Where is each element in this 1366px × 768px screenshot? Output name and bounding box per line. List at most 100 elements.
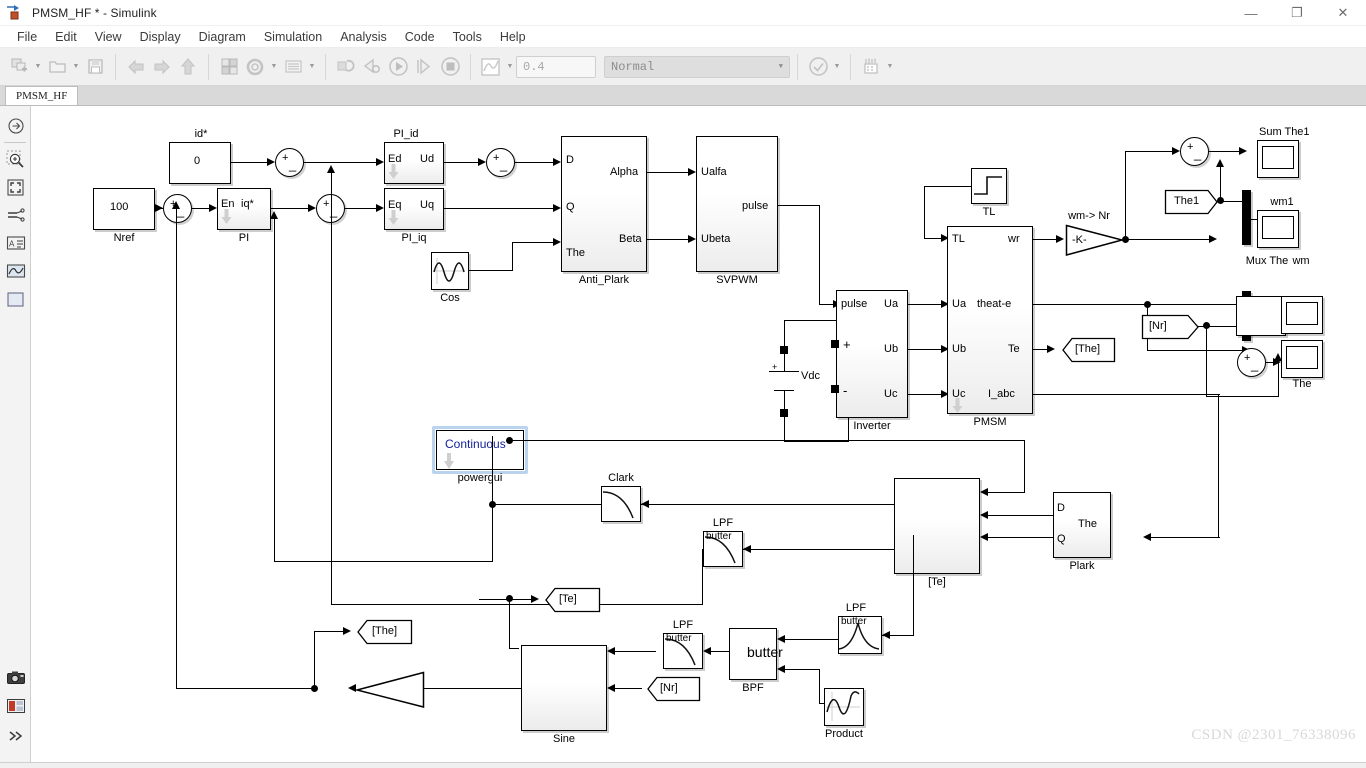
up-arrow-icon[interactable] — [175, 54, 201, 80]
source-cos[interactable] — [431, 252, 469, 290]
source-sine[interactable] — [824, 688, 864, 726]
model-advisor-caret[interactable]: ▼ — [831, 54, 843, 80]
menu-analysis[interactable]: Analysis — [331, 28, 396, 46]
sum-wm1[interactable]: + _ — [1180, 137, 1209, 166]
menu-file[interactable]: File — [8, 28, 46, 46]
menu-tools[interactable]: Tools — [444, 28, 491, 46]
mux-wm[interactable] — [1242, 190, 1251, 245]
scope-the1[interactable] — [1281, 340, 1323, 378]
menu-edit[interactable]: Edit — [46, 28, 86, 46]
close-button[interactable]: ✕ — [1320, 0, 1366, 26]
sum-ud[interactable]: + _ — [486, 148, 515, 177]
gain-30-pi[interactable] — [355, 671, 425, 708]
forward-arrow-icon[interactable] — [149, 54, 175, 80]
scope-wm[interactable] — [1257, 210, 1299, 248]
sum-id-minus: _ — [289, 157, 297, 172]
pi-iq-down-arrow-icon — [388, 210, 399, 231]
model-explorer-caret[interactable]: ▼ — [306, 54, 318, 80]
goto-the[interactable]: [Te] — [543, 587, 601, 613]
scope-viewer-icon[interactable] — [0, 257, 31, 285]
goto-te[interactable]: [Nr] — [645, 676, 701, 702]
scope-the[interactable] — [1281, 296, 1323, 334]
fit-to-view-icon[interactable] — [0, 173, 31, 201]
anti-plark-port-q: Q — [566, 201, 575, 213]
constant-id-ref-value: 0 — [194, 155, 201, 167]
block-label-scope-the1: The — [1292, 378, 1312, 390]
svpwm-port-ubeta: Ubeta — [701, 233, 731, 245]
model-explorer-icon[interactable] — [280, 54, 306, 80]
block-label-bpf: LPF — [845, 602, 867, 614]
back-arrow-icon[interactable] — [123, 54, 149, 80]
open-caret[interactable]: ▼ — [70, 54, 82, 80]
signal-logging-caret[interactable]: ▼ — [504, 54, 516, 80]
signal-logging-icon[interactable] — [478, 54, 504, 80]
block-label-lpf-q: LPF — [712, 517, 734, 529]
subsystem-pmsm[interactable] — [947, 226, 1033, 414]
stop-icon[interactable] — [437, 54, 463, 80]
subsystem-obsever[interactable] — [521, 645, 607, 731]
product-symbol: butter — [747, 644, 783, 660]
filter-bpf[interactable]: butter — [838, 616, 882, 654]
block-label-pi-id: PI_id — [393, 128, 419, 140]
sum-the1[interactable]: + _ — [1237, 348, 1266, 377]
menu-diagram[interactable]: Diagram — [190, 28, 255, 46]
filter-lpf-d[interactable] — [601, 486, 641, 522]
toolbar-separator-4 — [470, 53, 471, 80]
more-chevrons-icon[interactable] — [0, 722, 31, 750]
filter-lpf-error[interactable]: butter — [663, 633, 703, 669]
model-advisor-icon[interactable] — [805, 54, 831, 80]
fast-restart-icon[interactable] — [359, 54, 385, 80]
subsystem-icon[interactable] — [0, 285, 31, 313]
scope-wm1[interactable] — [1257, 140, 1299, 178]
save-icon[interactable] — [82, 54, 108, 80]
anti-plark-port-alpha: Alpha — [610, 166, 639, 178]
inverter-port-ua: Ua — [884, 298, 899, 310]
title-bar: PMSM_HF * - Simulink — ❐ ✕ — [0, 0, 1366, 26]
block-label-pi: PI — [238, 232, 250, 244]
gain-wm-to-nr[interactable]: -K- — [1065, 224, 1125, 256]
block-label-scope-wm1: Sum The1 — [1259, 126, 1310, 138]
sum-id[interactable]: + _ — [275, 148, 304, 177]
open-folder-icon[interactable] — [44, 54, 70, 80]
filter-lpf-q[interactable]: butter — [703, 531, 743, 567]
zoom-in-icon[interactable] — [0, 145, 31, 173]
goto-nr[interactable]: [The] — [355, 619, 413, 645]
layout-icon[interactable] — [0, 692, 31, 720]
signal-routing-icon[interactable] — [0, 201, 31, 229]
from-the-right[interactable]: [Nr] — [1141, 314, 1199, 340]
from-the-right-label: [Nr] — [1149, 320, 1167, 332]
minimize-button[interactable]: — — [1228, 0, 1274, 26]
build-caret[interactable]: ▼ — [884, 54, 896, 80]
new-model-caret[interactable]: ▼ — [32, 54, 44, 80]
build-icon[interactable] — [858, 54, 884, 80]
maximize-button[interactable]: ❐ — [1274, 0, 1320, 26]
add-port-icon[interactable] — [0, 112, 31, 140]
simulation-mode-select[interactable]: Normal ▼ — [604, 55, 790, 78]
from-te-right[interactable]: [The] — [1060, 337, 1116, 363]
subsystem-plark[interactable] — [894, 478, 980, 574]
junction-powergui-line — [506, 437, 513, 444]
refresh-blocks-icon[interactable] — [333, 54, 359, 80]
gear-icon[interactable] — [242, 54, 268, 80]
step-forward-icon[interactable] — [411, 54, 437, 80]
stop-time-input[interactable]: 0.4 — [516, 55, 596, 78]
from-nr[interactable]: The1 — [1164, 189, 1218, 215]
tab-pmsm-hf[interactable]: PMSM_HF — [5, 86, 79, 105]
pi-port-iqref: iq* — [241, 198, 254, 210]
menu-simulation[interactable]: Simulation — [255, 28, 331, 46]
camera-icon[interactable] — [0, 664, 31, 692]
menu-help[interactable]: Help — [491, 28, 535, 46]
source-tl-step[interactable] — [971, 168, 1007, 204]
svg-text:A: A — [9, 240, 15, 249]
new-model-icon[interactable] — [6, 54, 32, 80]
block-label-tl: TL — [982, 206, 996, 218]
library-browser-icon[interactable] — [216, 54, 242, 80]
fcn-mod[interactable] — [1236, 296, 1286, 336]
gear-caret[interactable]: ▼ — [268, 54, 280, 80]
menu-display[interactable]: Display — [131, 28, 190, 46]
model-canvas[interactable]: id* 0 100 Nref + _ En iq* PI + _ + _ PI_… — [31, 106, 1366, 762]
menu-view[interactable]: View — [86, 28, 131, 46]
run-icon[interactable] — [385, 54, 411, 80]
annotation-icon[interactable]: A — [0, 229, 31, 257]
menu-code[interactable]: Code — [396, 28, 444, 46]
